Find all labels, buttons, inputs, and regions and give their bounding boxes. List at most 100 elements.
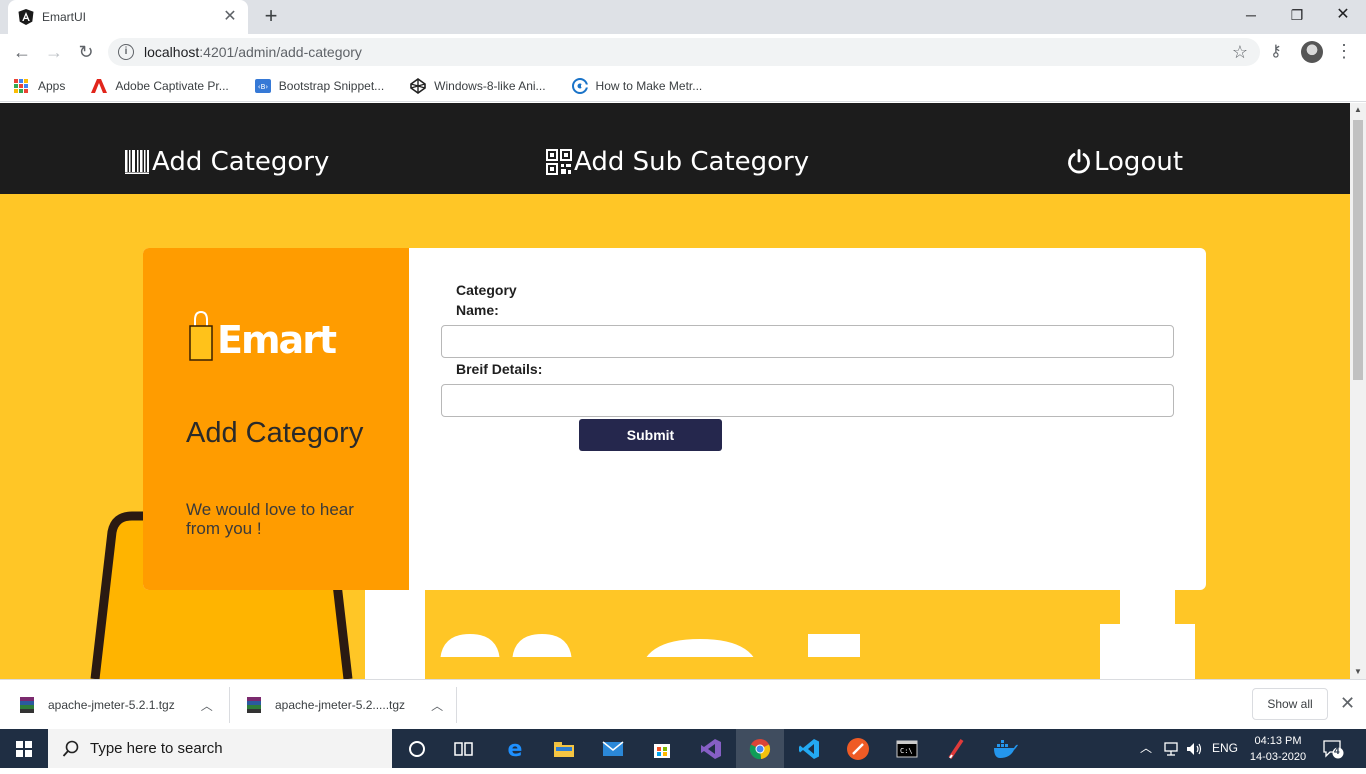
apps-grid-icon (14, 78, 28, 93)
mail-icon[interactable] (600, 736, 626, 762)
windows-taskbar: Type here to search e C:\ ︿ ENG 04:13 PM… (0, 729, 1366, 768)
browser-tab-strip: EmartUI ✕ + ─ ❐ ✕ (0, 0, 1366, 34)
bootstrap-snippet-icon: ‹B› (254, 78, 271, 93)
notification-center-icon[interactable]: 4 (1322, 729, 1344, 768)
minimize-icon[interactable]: ─ (1228, 0, 1274, 30)
brief-details-input[interactable] (441, 384, 1174, 417)
bookmark-bootstrap-snippet[interactable]: ‹B› Bootstrap Snippet... (254, 78, 385, 94)
bookmark-label: Windows-8-like Ani... (434, 78, 546, 93)
bookmark-label: How to Make Metr... (595, 78, 703, 93)
start-button[interactable] (0, 729, 48, 768)
power-icon (1068, 149, 1090, 174)
chevron-up-icon[interactable]: ︿ (201, 697, 213, 714)
search-icon (62, 740, 79, 757)
volume-icon[interactable] (1186, 729, 1204, 768)
admin-navbar: Add Category Add Sub Category Logout (0, 103, 1350, 194)
shopping-bag-icon (189, 310, 213, 361)
address-bar[interactable]: i localhost:4201/admin/add-category ☆ (108, 38, 1260, 66)
download-filename: apache-jmeter-5.2.1.tgz (48, 698, 175, 712)
adobe-icon (91, 78, 108, 93)
bookmarks-bar: Apps Adobe Captivate Pr... ‹B› Bootstrap… (0, 70, 1366, 102)
clock-time: 04:13 PM (1254, 735, 1302, 747)
new-tab-button[interactable]: + (259, 5, 283, 29)
bookmark-apps[interactable]: Apps (14, 78, 66, 93)
bookmark-label: Bootstrap Snippet... (278, 78, 385, 93)
show-hidden-icons-chevron-icon[interactable]: ︿ (1140, 729, 1152, 768)
bookmark-adobe-captivate[interactable]: Adobe Captivate Pr... (91, 78, 229, 94)
svg-text:C:\: C:\ (900, 747, 913, 755)
page-viewport: Add Category Add Sub Category Logout Ema… (0, 103, 1350, 679)
key-icon[interactable]: ⚷ (1270, 41, 1282, 61)
bookmark-metro[interactable]: How to Make Metr... (571, 77, 703, 94)
card-brand-panel: Emart Add Category We would love to hear… (143, 248, 409, 590)
info-icon[interactable]: i (118, 44, 134, 60)
postman-icon[interactable] (845, 736, 871, 762)
bookmark-windows8-anim[interactable]: Windows-8-like Ani... (410, 77, 546, 94)
chevron-up-icon[interactable]: ︿ (431, 697, 443, 714)
taskbar-search[interactable]: Type here to search (48, 729, 392, 768)
tab-close-icon[interactable]: ✕ (222, 9, 238, 25)
nav-add-category[interactable]: Add Category (124, 147, 329, 177)
category-name-input[interactable] (441, 325, 1174, 358)
download-shelf: apache-jmeter-5.2.1.tgz ︿ apache-jmeter-… (0, 679, 1366, 729)
download-item[interactable]: apache-jmeter-5.2.1.tgz ︿ (18, 687, 230, 723)
windows-logo-icon (16, 740, 32, 757)
category-name-label: Category Name: (456, 282, 517, 318)
network-icon[interactable] (1162, 729, 1180, 768)
logo-text: Emart (217, 318, 337, 362)
archive-file-icon (247, 697, 261, 713)
terminal-icon[interactable]: C:\ (894, 736, 920, 762)
nav-logout[interactable]: Logout (1066, 147, 1183, 177)
scroll-up-icon[interactable]: ▲ (1350, 103, 1366, 117)
bookmark-label: Apps (38, 78, 66, 93)
nav-add-category-label: Add Category (152, 147, 330, 177)
visual-studio-icon[interactable] (698, 736, 724, 762)
taskbar-search-placeholder: Type here to search (90, 740, 223, 757)
language-indicator[interactable]: ENG (1212, 729, 1238, 768)
add-category-card: Emart Add Category We would love to hear… (143, 248, 1206, 590)
download-filename: apache-jmeter-5.2.....tgz (275, 698, 406, 712)
window-close-icon[interactable]: ✕ (1320, 0, 1366, 30)
cortana-icon[interactable] (404, 736, 430, 762)
bookmark-star-icon[interactable]: ☆ (1232, 42, 1248, 63)
browser-toolbar: ← → ↻ i localhost:4201/admin/add-categor… (0, 34, 1366, 70)
browser-tab[interactable]: EmartUI ✕ (8, 0, 248, 34)
page-scrollbar[interactable]: ▲ ▼ (1350, 103, 1366, 679)
show-all-downloads-button[interactable]: Show all (1252, 688, 1328, 720)
vscode-icon[interactable] (796, 736, 822, 762)
emart-logo: Emart (187, 306, 337, 362)
forward-icon[interactable]: → (42, 40, 66, 64)
restore-icon[interactable]: ❐ (1274, 0, 1320, 30)
nav-logout-label: Logout (1094, 147, 1184, 177)
task-view-icon[interactable] (451, 736, 477, 762)
codepen-icon (410, 77, 426, 94)
chrome-icon[interactable] (747, 736, 773, 762)
edge-icon[interactable]: e (502, 736, 528, 762)
download-item[interactable]: apache-jmeter-5.2.....tgz ︿ (245, 687, 457, 723)
scroll-down-icon[interactable]: ▼ (1350, 665, 1366, 679)
docker-icon[interactable] (992, 736, 1018, 762)
card-title: Add Category (186, 417, 364, 449)
submit-button[interactable]: Submit (579, 419, 722, 451)
taskbar-clock[interactable]: 04:13 PM 14-03-2020 (1240, 733, 1316, 765)
file-explorer-icon[interactable] (551, 736, 577, 762)
svg-text:‹B›: ‹B› (258, 83, 269, 91)
brief-details-label: Breif Details: (456, 361, 543, 377)
back-icon[interactable]: ← (10, 40, 34, 64)
scroll-thumb[interactable] (1353, 120, 1363, 380)
tab-title: EmartUI (42, 10, 87, 24)
barcode-icon (125, 150, 149, 174)
store-icon[interactable] (649, 736, 675, 762)
card-subtitle: We would love to hear from you ! (186, 500, 354, 538)
angular-icon (18, 9, 34, 25)
archive-file-icon (20, 697, 34, 713)
pen-tool-icon[interactable] (943, 736, 969, 762)
close-downloads-icon[interactable]: ✕ (1340, 693, 1355, 714)
qrcode-icon (546, 149, 572, 175)
nav-add-sub-category-label: Add Sub Category (574, 147, 810, 177)
reload-icon[interactable]: ↻ (74, 40, 98, 64)
nav-add-sub-category[interactable]: Add Sub Category (546, 147, 809, 177)
profile-avatar[interactable] (1301, 41, 1323, 63)
chrome-menu-icon[interactable]: ⋮ (1334, 40, 1354, 62)
bookmark-label: Adobe Captivate Pr... (115, 78, 229, 93)
